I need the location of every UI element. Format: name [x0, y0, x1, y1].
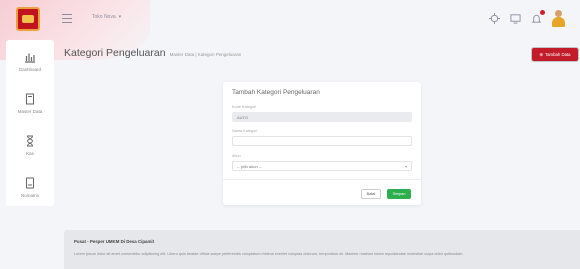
book-icon	[26, 93, 34, 104]
notification-badge	[540, 10, 545, 15]
page-header: Kategori Pengeluaran Master Data | Kateg…	[64, 47, 241, 59]
page-title: Kategori Pengeluaran	[64, 47, 166, 59]
account-select[interactable]: -- pilih akun -- ▾	[232, 161, 412, 171]
sidebar-item-label: Kas	[26, 150, 34, 156]
cancel-button[interactable]: Batal	[361, 189, 381, 199]
sidebar-item-dashboard[interactable]: Dashboard	[6, 40, 54, 82]
avatar[interactable]	[551, 10, 566, 27]
top-bar: Toko Nova ▾	[0, 0, 580, 38]
sidebar-item-label: Dashboard	[18, 66, 41, 72]
app-logo[interactable]	[16, 7, 40, 31]
form-divider	[223, 179, 421, 180]
account-selected: -- pilih akun --	[237, 163, 262, 169]
add-category-form: Tambah Kategori Pengeluaran Kode Kategor…	[223, 82, 421, 205]
breadcrumb[interactable]: Master Data | Kategori Pengeluaran	[170, 52, 242, 57]
hourglass-icon	[27, 135, 33, 146]
sidebar-item-label: Nomatrix	[20, 192, 39, 198]
footer-text: Lorem ipsum dolor sit amet consectetur a…	[74, 252, 464, 256]
footer-title: Pusat - Pesper UMKM Di Desa Cipamit	[74, 239, 155, 244]
sidebar-item-kas[interactable]: Kas	[6, 124, 54, 166]
sidebar: Dashboard Master Data Kas Nomatrix	[6, 40, 54, 206]
save-button[interactable]: Simpan	[387, 189, 411, 199]
crosshair-icon[interactable]	[488, 12, 501, 25]
sidebar-item-nomatrix[interactable]: Nomatrix	[6, 166, 54, 208]
menu-toggle-icon[interactable]	[62, 14, 72, 23]
screen-icon[interactable]	[509, 12, 522, 25]
footer-info: Pusat - Pesper UMKM Di Desa Cipamit Lore…	[64, 230, 580, 269]
name-label: Nama Kategori	[232, 129, 258, 133]
shop-menu[interactable]: Toko Nova ▾	[92, 14, 121, 20]
document-icon	[26, 177, 34, 188]
code-value: AUTO	[237, 114, 249, 120]
chevron-down-icon: ▾	[404, 163, 407, 169]
bell-icon[interactable]	[530, 10, 545, 25]
sidebar-item-master-data[interactable]: Master Data	[6, 82, 54, 124]
name-field[interactable]	[232, 136, 412, 146]
sidebar-item-label: Master Data	[17, 108, 43, 114]
add-data-label: Tambah Data	[545, 52, 571, 57]
bar-chart-icon	[25, 53, 35, 63]
chevron-down-icon: ▾	[118, 14, 122, 20]
shop-menu-label: Toko Nova	[92, 14, 116, 20]
account-label: Akun	[232, 154, 241, 158]
code-label: Kode Kategori	[232, 105, 257, 109]
add-data-button[interactable]: ⊕ Tambah Data	[532, 48, 578, 61]
logo-mark	[22, 15, 34, 23]
form-title: Tambah Kategori Pengeluaran	[232, 89, 320, 96]
plus-circle-icon: ⊕	[539, 51, 544, 57]
code-field: AUTO	[232, 112, 412, 122]
